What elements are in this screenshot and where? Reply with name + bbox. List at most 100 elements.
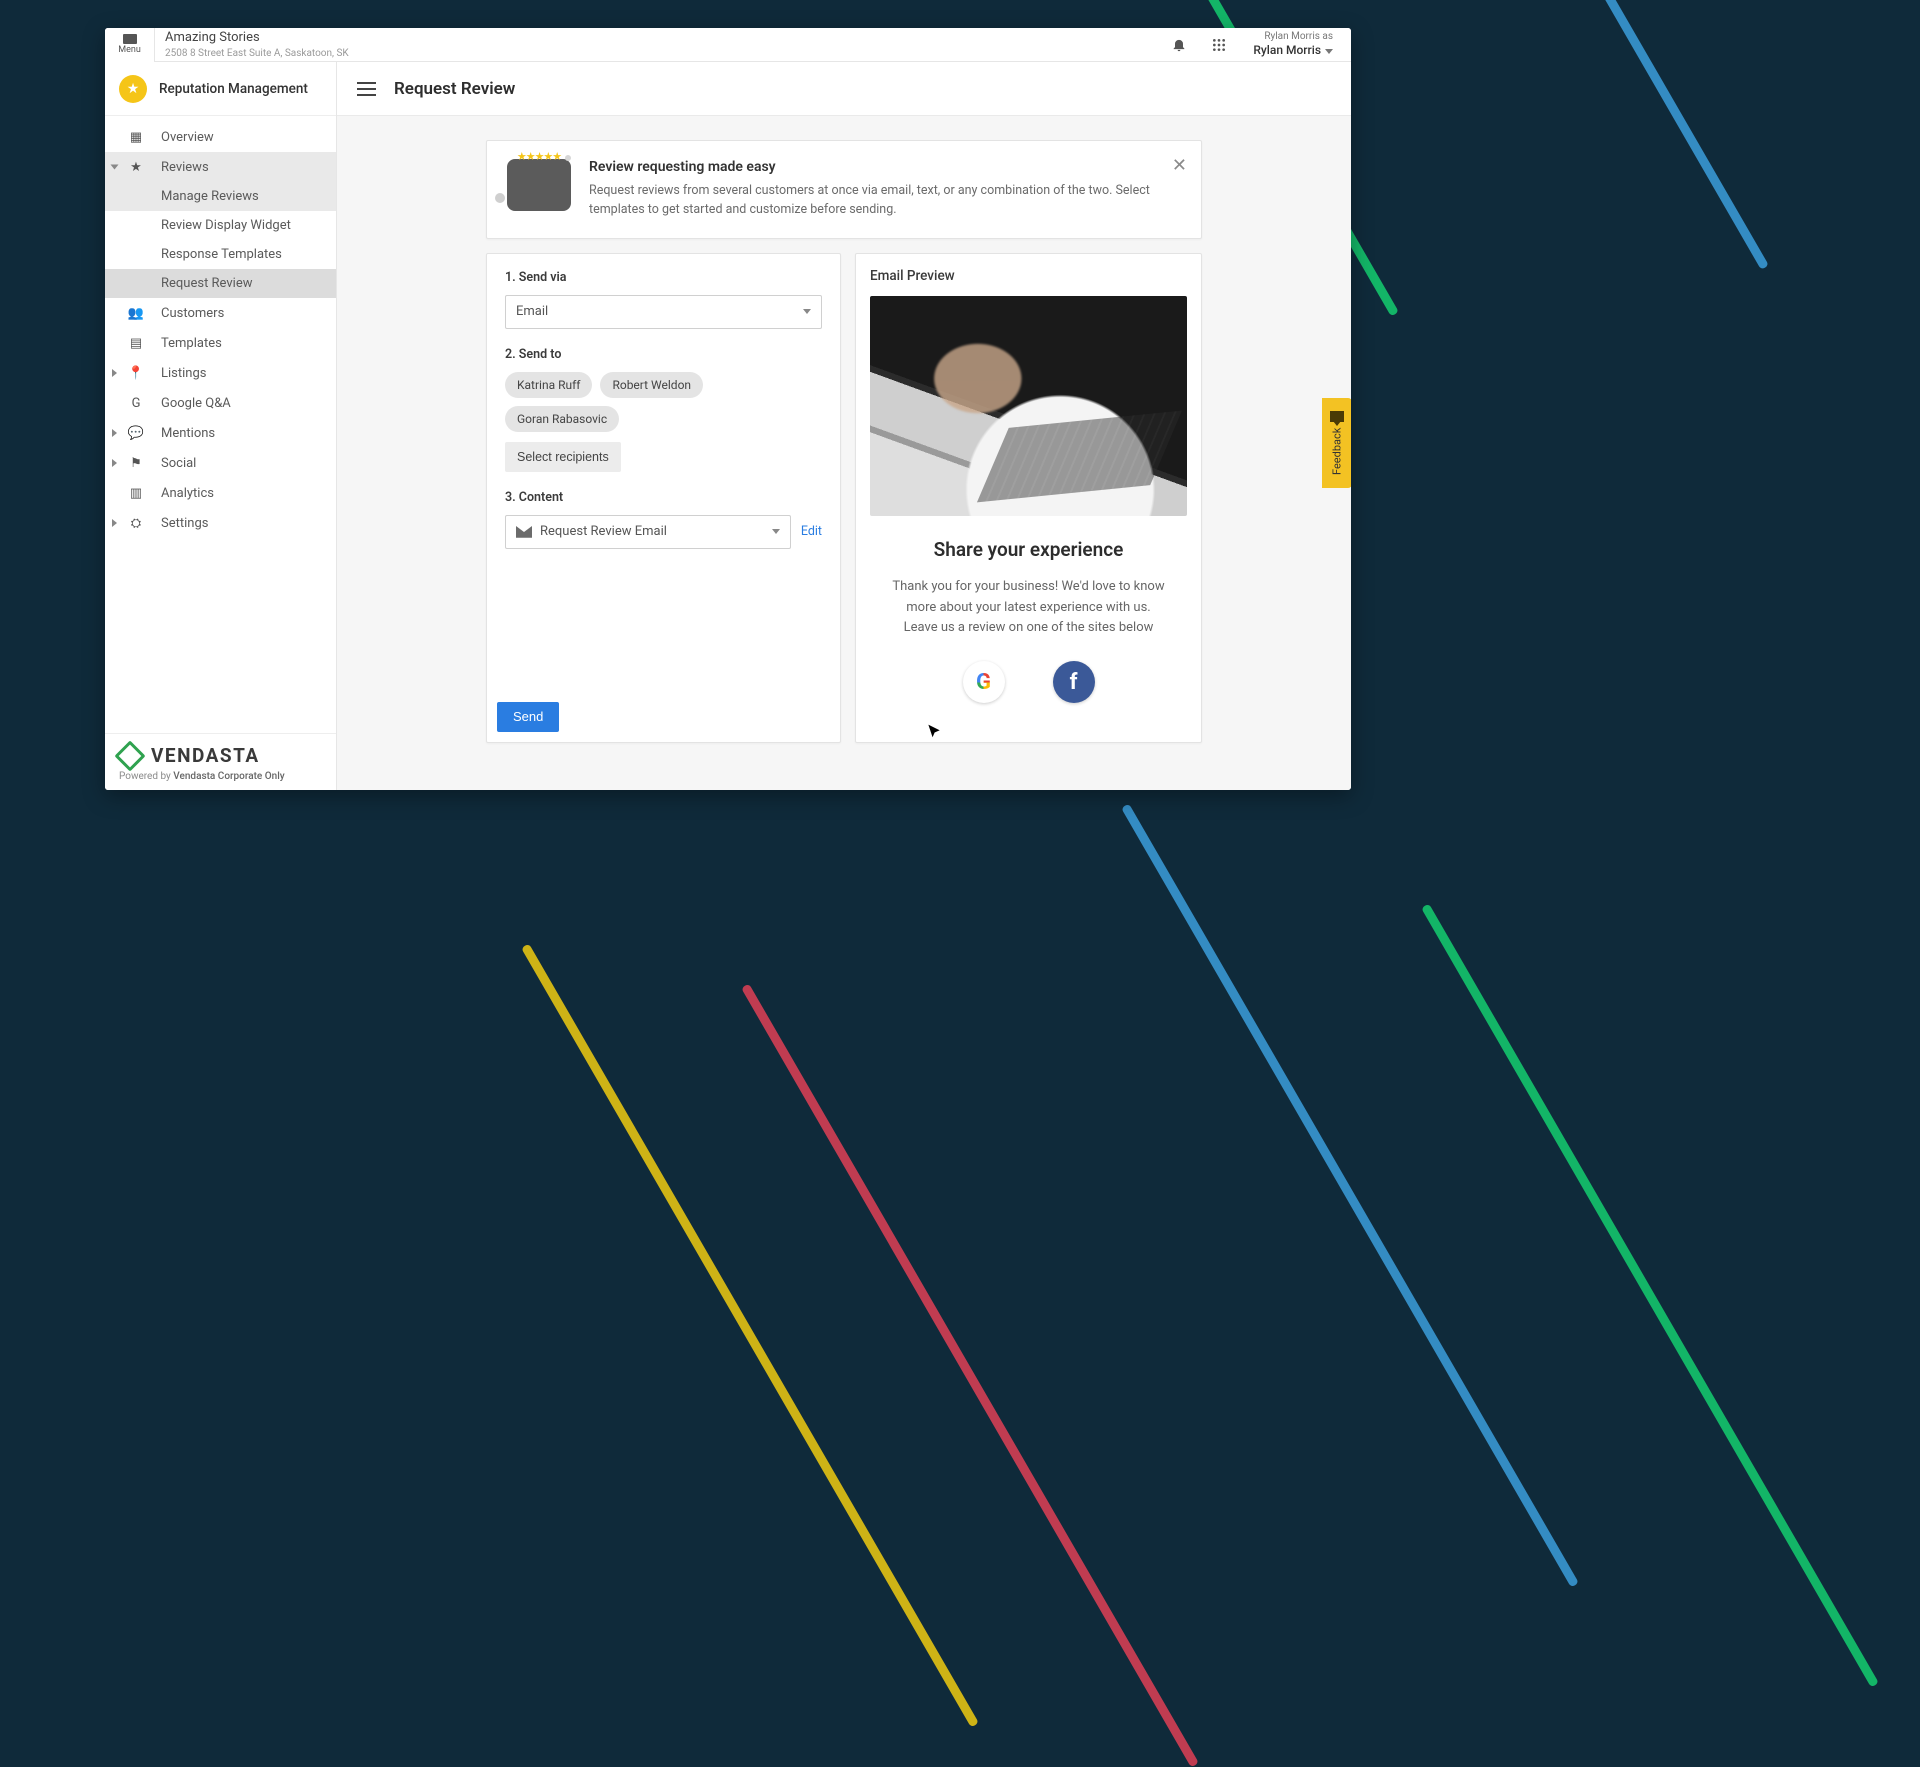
content-template-value: Request Review Email: [540, 524, 667, 539]
intro-illustration: [507, 159, 571, 211]
sidebar-item-label: Templates: [161, 336, 222, 351]
sidebar-item-label: Listings: [161, 366, 206, 381]
user-as-label: Rylan Morris as: [1253, 30, 1333, 43]
sidebar-item-templates[interactable]: ▤ Templates: [105, 328, 336, 358]
dashboard-icon: ▦: [127, 130, 145, 145]
analytics-icon: ▥: [127, 486, 145, 501]
sidebar-item-social[interactable]: ⚑ Social: [105, 448, 336, 478]
recipient-chip[interactable]: Goran Rabasovic: [505, 406, 619, 432]
content-area: Review requesting made easy Request revi…: [337, 116, 1351, 790]
sidebar-item-review-display-widget[interactable]: Review Display Widget: [105, 211, 336, 240]
sidebar-item-response-templates[interactable]: Response Templates: [105, 240, 336, 269]
sidebar-item-label: Mentions: [161, 426, 215, 441]
sidebar-item-analytics[interactable]: ▥ Analytics: [105, 478, 336, 508]
preview-hero-image: [870, 296, 1187, 516]
sidebar-nav: ▦ Overview ★ Reviews Manage Reviews Revi…: [105, 116, 336, 733]
recipient-chip[interactable]: Katrina Ruff: [505, 372, 592, 398]
sidebar-item-customers[interactable]: 👥 Customers: [105, 298, 336, 328]
preview-heading: Share your experience: [870, 538, 1187, 561]
edit-link[interactable]: Edit: [801, 524, 822, 539]
sidebar-item-label: Review Display Widget: [161, 218, 291, 233]
sidebar-item-listings[interactable]: 📍 Listings: [105, 358, 336, 388]
business-address: 2508 8 Street East Suite A, Saskatoon, S…: [165, 47, 349, 61]
chevron-down-icon: [772, 529, 780, 534]
sidebar-item-label: Request Review: [161, 276, 252, 291]
recipient-chips: Katrina Ruff Robert Weldon Goran Rabasov…: [505, 372, 822, 432]
people-icon: 👥: [127, 306, 145, 321]
sidebar-item-label: Response Templates: [161, 247, 282, 262]
business-info: Amazing Stories 2508 8 Street East Suite…: [165, 29, 349, 60]
menu-label: Menu: [118, 45, 141, 55]
chat-icon: [1330, 411, 1344, 422]
settings-icon: ⛭: [127, 516, 145, 531]
sidebar-footer: VENDASTA Powered by Vendasta Corporate O…: [105, 733, 336, 790]
intro-body: Request reviews from several customers a…: [589, 181, 1181, 220]
chevron-down-icon: [803, 309, 811, 314]
step3-label: 3. Content: [505, 490, 822, 505]
hamburger-icon[interactable]: [357, 82, 376, 96]
brand-logo: VENDASTA: [119, 744, 322, 767]
close-icon[interactable]: ✕: [1172, 155, 1187, 176]
preview-card: Email Preview Share your experience Than…: [855, 253, 1202, 743]
intro-title: Review requesting made easy: [589, 159, 1181, 175]
step1-label: 1. Send via: [505, 270, 822, 285]
sidebar-item-label: Overview: [161, 130, 214, 145]
sidebar-item-mentions[interactable]: 💬 Mentions: [105, 418, 336, 448]
facebook-icon[interactable]: f: [1053, 661, 1095, 703]
google-icon[interactable]: G: [963, 661, 1005, 703]
content-template-select[interactable]: Request Review Email: [505, 515, 791, 549]
sidebar-item-label: Manage Reviews: [161, 189, 259, 204]
sidebar-item-label: Google Q&A: [161, 396, 231, 411]
brand-text: VENDASTA: [151, 744, 260, 767]
preview-panel-title: Email Preview: [870, 268, 1187, 284]
sidebar-item-google-qa[interactable]: G Google Q&A: [105, 388, 336, 418]
document-icon: ▤: [127, 336, 145, 351]
form-card: 1. Send via Email 2. Send to Katrina Ruf…: [486, 253, 841, 743]
product-header: ★ Reputation Management: [105, 62, 336, 116]
star-icon: ★: [127, 160, 145, 175]
send-via-value: Email: [516, 304, 548, 319]
sidebar-item-reviews[interactable]: ★ Reviews: [105, 152, 336, 182]
flag-icon: ⚑: [127, 456, 145, 471]
powered-by: Powered by Vendasta Corporate Only: [119, 771, 322, 782]
menu-button[interactable]: Menu: [105, 28, 155, 62]
sidebar-item-label: Analytics: [161, 486, 214, 501]
chat-icon: 💬: [127, 426, 145, 441]
vendasta-mark-icon: [114, 740, 145, 771]
apps-icon[interactable]: [1209, 35, 1229, 55]
topbar: Menu Amazing Stories 2508 8 Street East …: [105, 28, 1351, 62]
preview-body: Thank you for your business! We'd love t…: [870, 577, 1187, 639]
recipient-chip[interactable]: Robert Weldon: [600, 372, 703, 398]
sidebar-item-manage-reviews[interactable]: Manage Reviews: [105, 182, 336, 211]
sidebar-item-overview[interactable]: ▦ Overview: [105, 122, 336, 152]
user-menu[interactable]: Rylan Morris as Rylan Morris: [1253, 30, 1337, 59]
mail-icon: [516, 526, 532, 538]
sidebar: ★ Reputation Management ▦ Overview ★ Rev…: [105, 62, 337, 790]
sidebar-item-label: Social: [161, 456, 196, 471]
sidebar-item-label: Reviews: [161, 160, 209, 175]
business-name: Amazing Stories: [165, 29, 349, 47]
select-recipients-button[interactable]: Select recipients: [505, 442, 621, 472]
store-icon: [123, 34, 137, 44]
page-header: Request Review: [337, 62, 1351, 116]
sidebar-item-label: Customers: [161, 306, 224, 321]
main-area: Request Review Review requesting made ea…: [337, 62, 1351, 790]
panel-row: 1. Send via Email 2. Send to Katrina Ruf…: [486, 253, 1202, 743]
feedback-label: Feedback: [1331, 428, 1344, 475]
chevron-down-icon: [1325, 49, 1333, 54]
send-button[interactable]: Send: [497, 702, 559, 732]
sidebar-item-label: Settings: [161, 516, 208, 531]
intro-card: Review requesting made easy Request revi…: [486, 140, 1202, 239]
feedback-tab[interactable]: Feedback: [1322, 398, 1351, 488]
user-name: Rylan Morris: [1253, 43, 1321, 57]
preview-review-sites: G f: [870, 661, 1187, 703]
google-icon: G: [127, 396, 145, 411]
pin-icon: 📍: [127, 366, 145, 381]
step2-label: 2. Send to: [505, 347, 822, 362]
sidebar-item-settings[interactable]: ⛭ Settings: [105, 508, 336, 538]
sidebar-item-request-review[interactable]: Request Review: [105, 269, 336, 298]
app-window: Menu Amazing Stories 2508 8 Street East …: [105, 28, 1351, 790]
star-icon: ★: [119, 75, 147, 103]
notifications-icon[interactable]: [1169, 35, 1189, 55]
send-via-select[interactable]: Email: [505, 295, 822, 329]
